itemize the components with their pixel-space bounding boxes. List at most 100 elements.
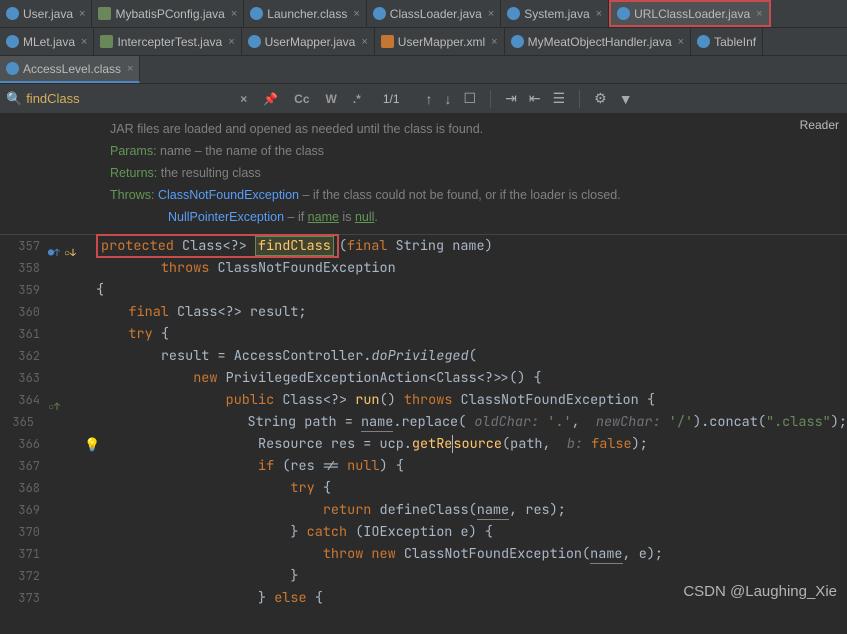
file-tab[interactable]: AccessLevel.class × — [0, 56, 140, 83]
words-toggle[interactable]: W — [320, 90, 343, 108]
line-number: 363 — [0, 370, 48, 386]
close-icon[interactable]: × — [361, 36, 367, 48]
tab-row-2: MLet.java×IntercepterTest.java×UserMappe… — [0, 28, 847, 56]
code-block[interactable]: 357●↑○↓protected Class<?> findClass(fina… — [0, 235, 847, 609]
tab-label: UserMapper.xml — [398, 35, 485, 49]
toolbar-icon-1[interactable]: ⇥ — [501, 90, 521, 107]
file-icon — [6, 7, 19, 20]
line-number: 371 — [0, 546, 48, 562]
doc-params-text: name – the name of the class — [160, 144, 324, 158]
tab-label: ClassLoader.java — [390, 7, 482, 21]
match-case-toggle[interactable]: Cc — [288, 90, 315, 108]
file-tab[interactable]: System.java × — [501, 0, 609, 27]
file-icon — [250, 7, 263, 20]
doc-ex1-text: – if the class could not be found, or if… — [299, 188, 621, 202]
file-icon — [373, 7, 386, 20]
file-tab[interactable]: Launcher.class × — [244, 0, 367, 27]
file-tab[interactable]: TableInf — [691, 28, 763, 55]
file-icon — [248, 35, 261, 48]
watermark: CSDN @Laughing_Xie — [683, 583, 837, 600]
file-tab[interactable]: UserMapper.java × — [242, 28, 375, 55]
close-icon[interactable]: × — [678, 36, 684, 48]
select-all-icon[interactable]: ☐ — [460, 90, 481, 107]
tab-label: MybatisPConfig.java — [115, 7, 224, 21]
file-icon — [507, 7, 520, 20]
find-bar: 🔍 findClass × 📌 Cc W .* 1/1 ↑ ↓ ☐ ⇥ ⇤ ☰ … — [0, 84, 847, 114]
file-tab[interactable]: User.java × — [0, 0, 92, 27]
file-icon — [381, 35, 394, 48]
line-number: 365 — [0, 414, 42, 430]
line-number: 369 — [0, 502, 48, 518]
file-icon — [511, 35, 524, 48]
line-number: 368 — [0, 480, 48, 496]
file-tab[interactable]: UserMapper.xml × — [375, 28, 505, 55]
file-icon — [6, 35, 19, 48]
doc-desc: JAR files are loaded and opened as neede… — [110, 118, 847, 140]
tab-label: TableInf — [714, 35, 756, 49]
line-number: 373 — [0, 590, 48, 606]
close-icon[interactable]: × — [491, 36, 497, 48]
tab-label: System.java — [524, 7, 589, 21]
close-icon[interactable]: × — [353, 8, 359, 20]
match-count: 1/1 — [383, 92, 400, 106]
tab-row-1: User.java×MybatisPConfig.java×Launcher.c… — [0, 0, 847, 28]
prev-match-button[interactable]: ↑ — [422, 91, 437, 107]
search-icon: 🔍 — [6, 91, 22, 107]
close-icon[interactable]: × — [127, 63, 133, 75]
doc-params-label: Params: — [110, 144, 157, 158]
tab-label: Launcher.class — [267, 7, 347, 21]
file-tab[interactable]: MybatisPConfig.java × — [92, 0, 244, 27]
line-number: 366 — [0, 436, 48, 452]
tab-label: UserMapper.java — [265, 35, 356, 49]
close-icon[interactable]: × — [596, 8, 602, 20]
find-pin-icon[interactable]: 📌 — [257, 90, 284, 108]
file-tab[interactable]: MyMeatObjectHandler.java × — [505, 28, 692, 55]
line-number: 361 — [0, 326, 48, 342]
line-number: 360 — [0, 304, 48, 320]
doc-throws-label: Throws: — [110, 188, 154, 202]
tab-label: MyMeatObjectHandler.java — [528, 35, 672, 49]
file-tab[interactable]: ClassLoader.java × — [367, 0, 502, 27]
close-icon[interactable]: × — [756, 8, 762, 20]
close-icon[interactable]: × — [488, 8, 494, 20]
close-icon[interactable]: × — [79, 8, 85, 20]
regex-toggle[interactable]: .* — [347, 90, 367, 108]
line-number: 372 — [0, 568, 48, 584]
close-icon[interactable]: × — [81, 36, 87, 48]
toolbar-icon-3[interactable]: ☰ — [549, 90, 570, 107]
file-icon — [100, 35, 113, 48]
find-close-icon[interactable]: × — [234, 90, 253, 108]
file-tab[interactable]: URLClassLoader.java × — [609, 0, 771, 27]
toolbar-icon-2[interactable]: ⇤ — [525, 90, 545, 107]
line-number: 359 — [0, 282, 48, 298]
find-input[interactable]: findClass — [26, 91, 206, 106]
doc-exception-link-2[interactable]: NullPointerException — [168, 210, 284, 224]
doc-returns-text: the resulting class — [161, 166, 261, 180]
file-icon — [617, 7, 630, 20]
line-number: 367 — [0, 458, 48, 474]
javadoc-block: JAR files are loaded and opened as neede… — [0, 114, 847, 235]
close-icon[interactable]: × — [228, 36, 234, 48]
tab-label: AccessLevel.class — [23, 62, 121, 76]
settings-icon[interactable]: ⚙ — [590, 90, 611, 107]
filter-icon[interactable]: ▼ — [615, 91, 637, 107]
doc-exception-link[interactable]: ClassNotFoundException — [158, 188, 299, 202]
line-number: 357 — [0, 238, 48, 254]
file-tab[interactable]: IntercepterTest.java × — [94, 28, 241, 55]
line-number: 362 — [0, 348, 48, 364]
close-icon[interactable]: × — [231, 8, 237, 20]
tab-label: MLet.java — [23, 35, 75, 49]
doc-returns-label: Returns: — [110, 166, 157, 180]
file-icon — [6, 62, 19, 75]
file-icon — [98, 7, 111, 20]
reader-mode-button[interactable]: Reader — [800, 118, 839, 132]
tab-label: URLClassLoader.java — [634, 7, 750, 21]
file-icon — [697, 35, 710, 48]
line-number: 364 — [0, 392, 48, 408]
file-tab[interactable]: MLet.java × — [0, 28, 94, 55]
tab-label: IntercepterTest.java — [117, 35, 222, 49]
next-match-button[interactable]: ↓ — [441, 91, 456, 107]
tab-label: User.java — [23, 7, 73, 21]
editor-area[interactable]: Reader JAR files are loaded and opened a… — [0, 114, 847, 634]
tab-row-3: AccessLevel.class × — [0, 56, 847, 84]
